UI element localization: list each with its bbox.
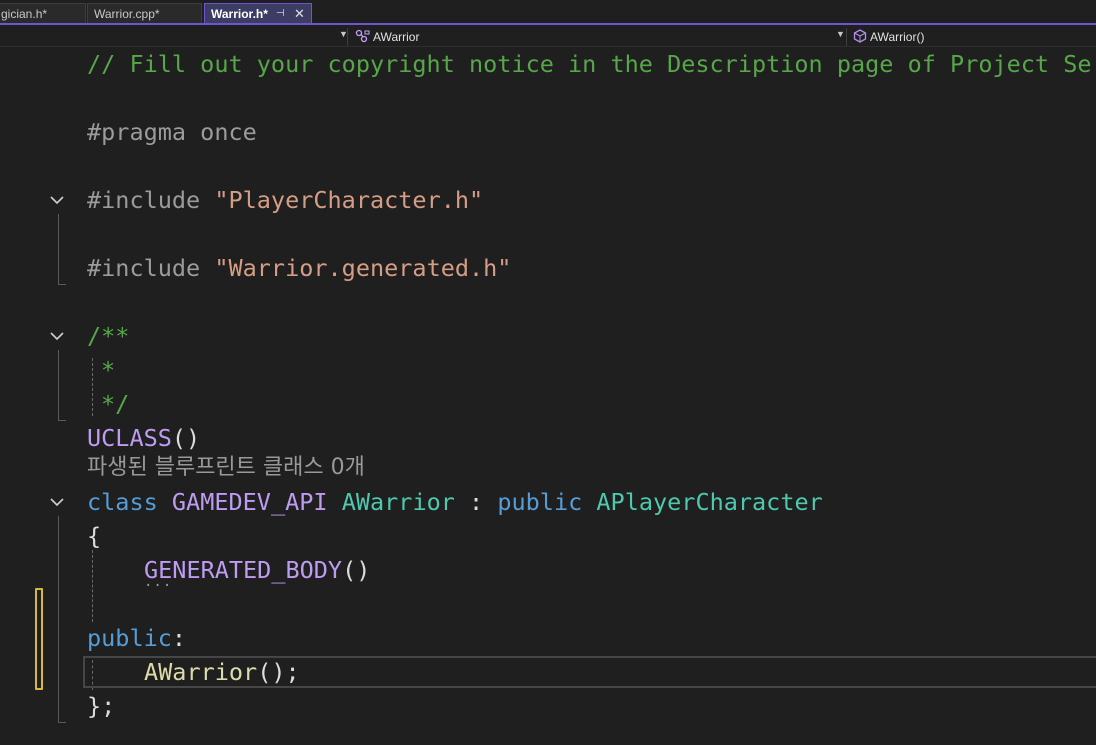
collapse-chevron-icon[interactable] — [49, 192, 65, 208]
base-class-name: APlayerCharacter — [596, 488, 823, 516]
constructor-tail: (); — [257, 658, 300, 686]
chevron-down-icon[interactable]: ▼ — [339, 29, 348, 39]
collapse-chevron-icon[interactable] — [49, 494, 65, 510]
member-scope-dropdown[interactable]: AWarrior() — [850, 28, 1096, 46]
doc-comment-body: * — [101, 356, 116, 384]
codelens-blueprint-count[interactable]: 파생된 블루프린트 클래스 0개 — [87, 452, 365, 484]
class-declaration-line: class GAMEDEV_API AWarrior : public APla… — [87, 486, 823, 518]
class-scope-label: AWarrior — [373, 30, 420, 44]
pin-icon[interactable]: ⊣ — [276, 4, 285, 23]
include-path: "PlayerCharacter.h" — [214, 186, 484, 214]
tab-label: Warrior.h* — [211, 7, 268, 21]
include-directive: #include — [87, 186, 215, 214]
class-icon — [355, 29, 371, 46]
access-colon: : — [171, 624, 187, 652]
include-directive: #include — [87, 254, 215, 282]
open-brace: { — [87, 522, 102, 550]
public-keyword: public — [497, 488, 583, 516]
doc-comment-open: /** — [87, 322, 130, 350]
method-icon — [853, 29, 867, 46]
generated-body-macro: GENERATED_BODY — [144, 556, 343, 584]
tab-warrior-cpp[interactable]: Warrior.cpp* — [87, 3, 202, 23]
uclass-macro: UCLASS — [87, 424, 172, 452]
inheritance-colon: : — [469, 488, 484, 516]
parens: () — [342, 556, 371, 584]
access-specifier-line: public: — [87, 622, 186, 654]
indent-guide — [92, 358, 93, 416]
unsaved-change-marker — [35, 588, 43, 690]
fold-guide-end — [58, 284, 66, 285]
class-keyword: class — [87, 488, 158, 516]
constructor-declaration: AWarrior(); — [144, 656, 300, 688]
code-editor[interactable]: // Fill out your copyright notice in the… — [0, 48, 1096, 745]
document-tab-strip: gician.h* Warrior.cpp* Warrior.h* ⊣ ✕ — [0, 0, 1096, 25]
fold-guide — [58, 214, 59, 284]
tab-warrior-h[interactable]: Warrior.h* ⊣ ✕ — [204, 3, 312, 23]
tab-magician-h[interactable]: gician.h* — [0, 3, 86, 23]
chevron-down-icon[interactable]: ▼ — [836, 29, 845, 39]
project-scope-dropdown[interactable]: ▼ — [0, 28, 348, 46]
collapsed-ellipsis[interactable]: ... — [144, 574, 172, 590]
api-macro: GAMEDEV_API — [171, 488, 328, 516]
copyright-comment: // Fill out your copyright notice in the… — [87, 50, 1092, 78]
fold-guide-end — [58, 722, 66, 723]
constructor-name: AWarrior — [144, 658, 258, 686]
class-scope-dropdown[interactable]: AWarrior ▼ — [351, 28, 847, 46]
close-icon[interactable]: ✕ — [294, 4, 305, 23]
tab-label: gician.h* — [1, 7, 48, 21]
include-line: #include "PlayerCharacter.h" — [87, 184, 483, 216]
doc-comment-close: */ — [101, 390, 130, 418]
public-label: public — [87, 624, 172, 652]
include-path: "Warrior.generated.h" — [214, 254, 512, 282]
pragma-line: #pragma once — [87, 118, 257, 146]
uclass-line: UCLASS() — [87, 422, 200, 454]
fold-guide — [58, 516, 59, 722]
navigation-bar: ▼ AWarrior ▼ AWarrior() — [0, 27, 1096, 47]
fold-guide — [58, 350, 59, 420]
class-name: AWarrior — [341, 488, 455, 516]
close-brace: }; — [87, 692, 116, 720]
indent-guide — [92, 550, 93, 622]
tab-label: Warrior.cpp* — [94, 7, 160, 21]
parens: () — [171, 424, 201, 452]
generated-body-line: GENERATED_BODY() — [144, 554, 370, 586]
member-scope-label: AWarrior() — [870, 30, 925, 44]
fold-guide-end — [58, 420, 66, 421]
include-line: #include "Warrior.generated.h" — [87, 252, 511, 284]
collapse-chevron-icon[interactable] — [49, 328, 65, 344]
